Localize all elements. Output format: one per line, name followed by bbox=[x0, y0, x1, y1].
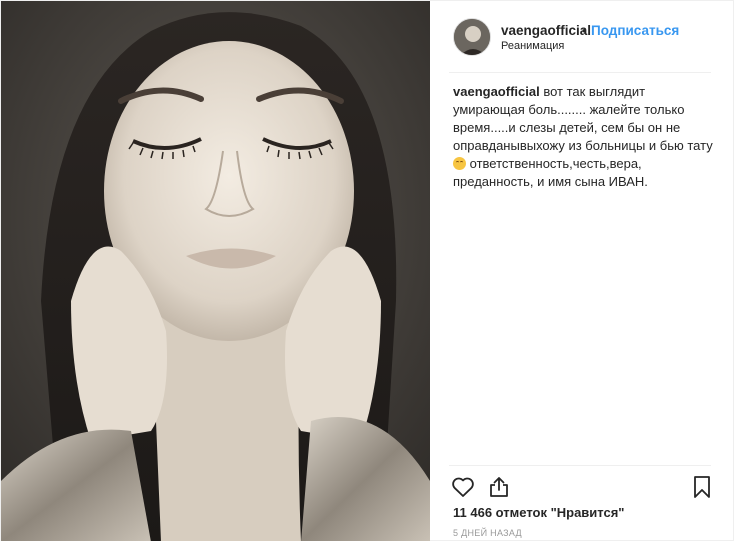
location-link[interactable]: Реанимация bbox=[501, 40, 564, 52]
heart-icon bbox=[452, 477, 474, 497]
follow-button[interactable]: Подписаться bbox=[591, 23, 679, 38]
instagram-post: vaengaofficial • Подписаться Реанимация … bbox=[0, 0, 734, 541]
caption-text-2: ответственность,честь,вера, преданность,… bbox=[453, 156, 648, 189]
post-header: vaengaofficial • Подписаться Реанимация bbox=[431, 1, 734, 73]
username-link[interactable]: vaengaofficial bbox=[501, 23, 591, 38]
avatar[interactable] bbox=[453, 18, 491, 56]
like-button[interactable] bbox=[450, 474, 476, 500]
post-photo[interactable] bbox=[1, 1, 430, 541]
avatar-image bbox=[454, 19, 490, 55]
header-divider bbox=[449, 72, 711, 73]
share-button[interactable] bbox=[486, 474, 512, 500]
post-date[interactable]: 5 ДНЕЙ НАЗАД bbox=[453, 528, 522, 538]
portrait-image bbox=[1, 1, 430, 541]
share-icon bbox=[490, 477, 508, 497]
post-caption: vaengaofficial вот так выглядит умирающа… bbox=[453, 83, 713, 191]
actions-divider bbox=[449, 465, 711, 466]
bookmark-icon bbox=[694, 476, 710, 498]
caption-username[interactable]: vaengaofficial bbox=[453, 84, 540, 99]
smiling-face-emoji-icon bbox=[453, 157, 466, 170]
post-panel: vaengaofficial • Подписаться Реанимация … bbox=[431, 1, 734, 541]
save-button[interactable] bbox=[689, 474, 715, 500]
header-separator: • bbox=[582, 23, 587, 38]
likes-count[interactable]: 11 466 отметок "Нравится" bbox=[453, 505, 624, 520]
